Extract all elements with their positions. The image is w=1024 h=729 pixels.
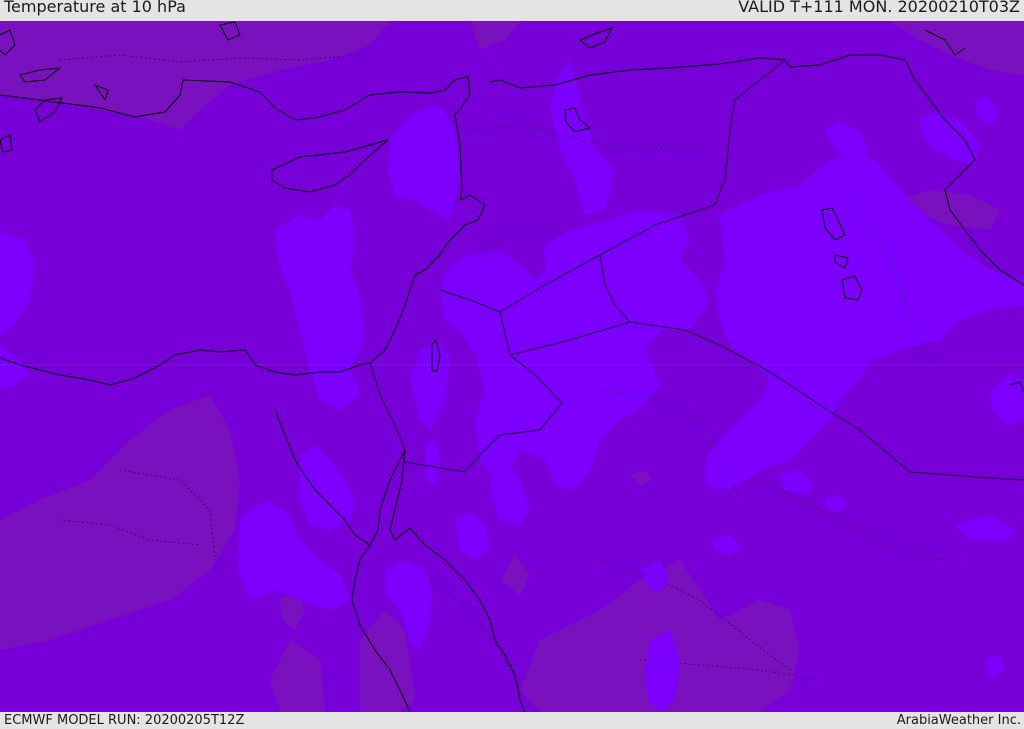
valid-time-label: VALID T+111 MON. 20200210T03Z [738, 0, 1020, 16]
credit-label: ArabiaWeather Inc. [896, 713, 1021, 728]
map-title: Temperature at 10 hPa [4, 0, 186, 16]
footer-bar: ECMWF MODEL RUN: 20200205T12Z ArabiaWeat… [0, 712, 1024, 729]
weather-map-figure: Temperature at 10 hPa VALID T+111 MON. 2… [0, 0, 1024, 729]
map-canvas [0, 21, 1024, 712]
temperature-map [0, 21, 1024, 712]
model-run-label: ECMWF MODEL RUN: 20200205T12Z [4, 713, 245, 728]
header-bar: Temperature at 10 hPa VALID T+111 MON. 2… [0, 0, 1024, 21]
